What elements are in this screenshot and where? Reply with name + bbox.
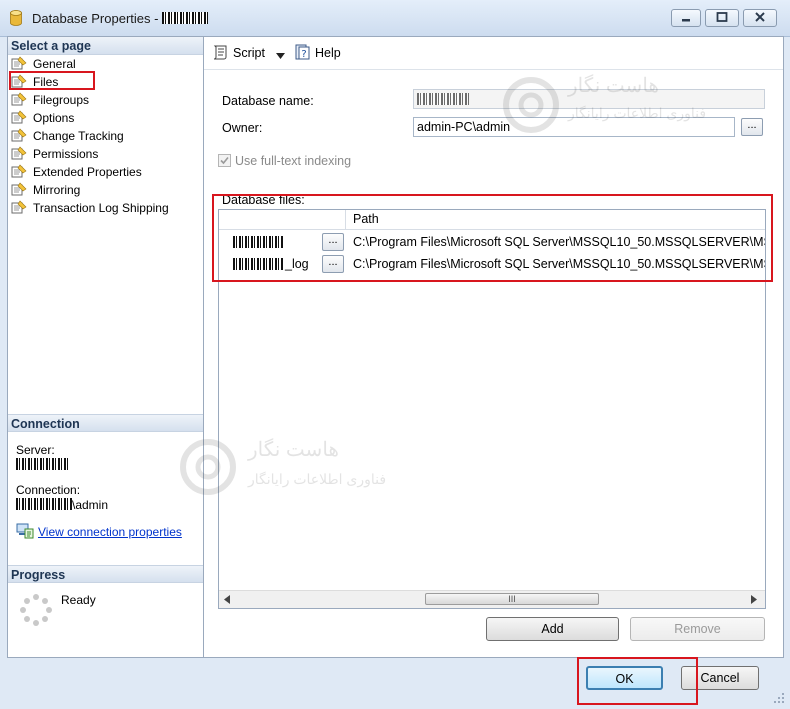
page-icon xyxy=(11,92,27,106)
page-item-label: Permissions xyxy=(33,147,99,161)
page-item-filegroups[interactable]: Filegroups xyxy=(11,91,89,109)
toolbar: Script ? Help xyxy=(204,37,783,70)
watermark-logo-icon xyxy=(503,77,559,133)
page-item-extended-properties[interactable]: Extended Properties xyxy=(11,163,142,181)
database-name-label: Database name: xyxy=(222,94,314,108)
select-page-header: Select a page xyxy=(8,37,203,55)
watermark-logo-icon-2 xyxy=(180,439,236,495)
watermark-title: هاست نگار xyxy=(568,75,659,97)
fulltext-checkbox[interactable] xyxy=(218,154,231,167)
script-icon xyxy=(213,45,227,60)
database-files-highlight-box xyxy=(212,194,773,282)
resize-grip-icon[interactable] xyxy=(773,692,785,704)
close-icon xyxy=(755,12,765,22)
page-icon xyxy=(11,146,27,160)
scroll-thumb[interactable]: III xyxy=(425,593,599,605)
connection-properties-icon xyxy=(16,523,34,539)
page-icon xyxy=(11,182,27,196)
add-button[interactable]: Add xyxy=(486,617,619,641)
minimize-icon xyxy=(682,19,690,22)
svg-text:?: ? xyxy=(301,49,306,60)
page-item-label: Transaction Log Shipping xyxy=(33,201,169,215)
server-label: Server: xyxy=(16,443,55,457)
dialog-frame: Select a page General Files Filegroups O… xyxy=(7,36,784,658)
scroll-right-icon[interactable] xyxy=(751,595,757,604)
close-button[interactable] xyxy=(743,9,777,27)
page-icon xyxy=(11,128,27,142)
page-item-options[interactable]: Options xyxy=(11,109,74,127)
ok-cancel-highlight-box xyxy=(577,657,698,705)
chevron-down-icon xyxy=(276,53,285,59)
owner-label: Owner: xyxy=(222,121,263,135)
page-item-permissions[interactable]: Permissions xyxy=(11,145,98,163)
page-item-label: Filegroups xyxy=(33,93,90,107)
view-connection-properties-link[interactable]: View connection properties xyxy=(16,523,182,539)
server-value xyxy=(16,458,68,472)
view-connection-properties-text: View connection properties xyxy=(38,525,182,539)
progress-spinner-icon xyxy=(20,594,52,626)
scroll-left-icon[interactable] xyxy=(224,595,230,604)
remove-button[interactable]: Remove xyxy=(630,617,765,641)
title-bar: Database Properties - xyxy=(0,0,790,37)
watermark-subtitle-2: فناوری اطلاعات رایانگار xyxy=(248,471,387,487)
script-label: Script xyxy=(233,46,265,60)
watermark-subtitle: فناوری اطلاعات رایانگار xyxy=(568,105,707,121)
connection-header: Connection xyxy=(8,414,203,432)
help-icon: ? xyxy=(295,44,310,60)
files-highlight-box xyxy=(9,71,95,90)
left-pane: Select a page General Files Filegroups O… xyxy=(8,37,204,657)
watermark-title-2: هاست نگار xyxy=(248,439,339,461)
help-label: Help xyxy=(315,46,341,60)
page-icon xyxy=(11,200,27,214)
owner-browse-button[interactable]: ... xyxy=(741,118,763,136)
page-item-label: Change Tracking xyxy=(33,129,124,143)
fulltext-checkbox-row[interactable]: Use full-text indexing xyxy=(218,154,351,168)
redacted-database-name-value xyxy=(417,93,469,105)
page-item-transaction-log-shipping[interactable]: Transaction Log Shipping xyxy=(11,199,169,217)
redacted-server-name xyxy=(16,458,68,470)
script-dropdown-arrow[interactable] xyxy=(276,48,285,62)
window-title: Database Properties - xyxy=(32,11,209,26)
page-item-label: General xyxy=(33,57,76,71)
page-item-label: Extended Properties xyxy=(33,165,142,179)
database-icon xyxy=(10,10,22,26)
maximize-button[interactable] xyxy=(705,9,739,27)
fulltext-label: Use full-text indexing xyxy=(235,154,352,168)
maximize-icon xyxy=(716,12,728,22)
help-button[interactable]: ? Help xyxy=(294,44,341,60)
connection-value: \admin xyxy=(16,498,108,512)
page-icon xyxy=(11,110,27,124)
horizontal-scrollbar[interactable]: III xyxy=(219,590,765,608)
progress-status: Ready xyxy=(61,593,96,607)
redacted-user-name xyxy=(16,498,72,510)
page-icon xyxy=(11,56,27,70)
script-button[interactable]: Script xyxy=(212,44,265,60)
window-title-text: Database Properties - xyxy=(32,11,163,26)
page-item-label: Options xyxy=(33,111,75,125)
page-item-change-tracking[interactable]: Change Tracking xyxy=(11,127,124,145)
minimize-button[interactable] xyxy=(671,9,701,27)
progress-header: Progress xyxy=(8,565,203,583)
connection-label: Connection: xyxy=(16,483,81,497)
connection-suffix: \admin xyxy=(72,498,109,512)
page-item-mirroring[interactable]: Mirroring xyxy=(11,181,80,199)
redacted-database-name xyxy=(162,12,209,24)
right-pane: Script ? Help Database name: Owner: admin… xyxy=(204,37,783,657)
page-item-label: Mirroring xyxy=(33,183,81,197)
page-icon xyxy=(11,164,27,178)
